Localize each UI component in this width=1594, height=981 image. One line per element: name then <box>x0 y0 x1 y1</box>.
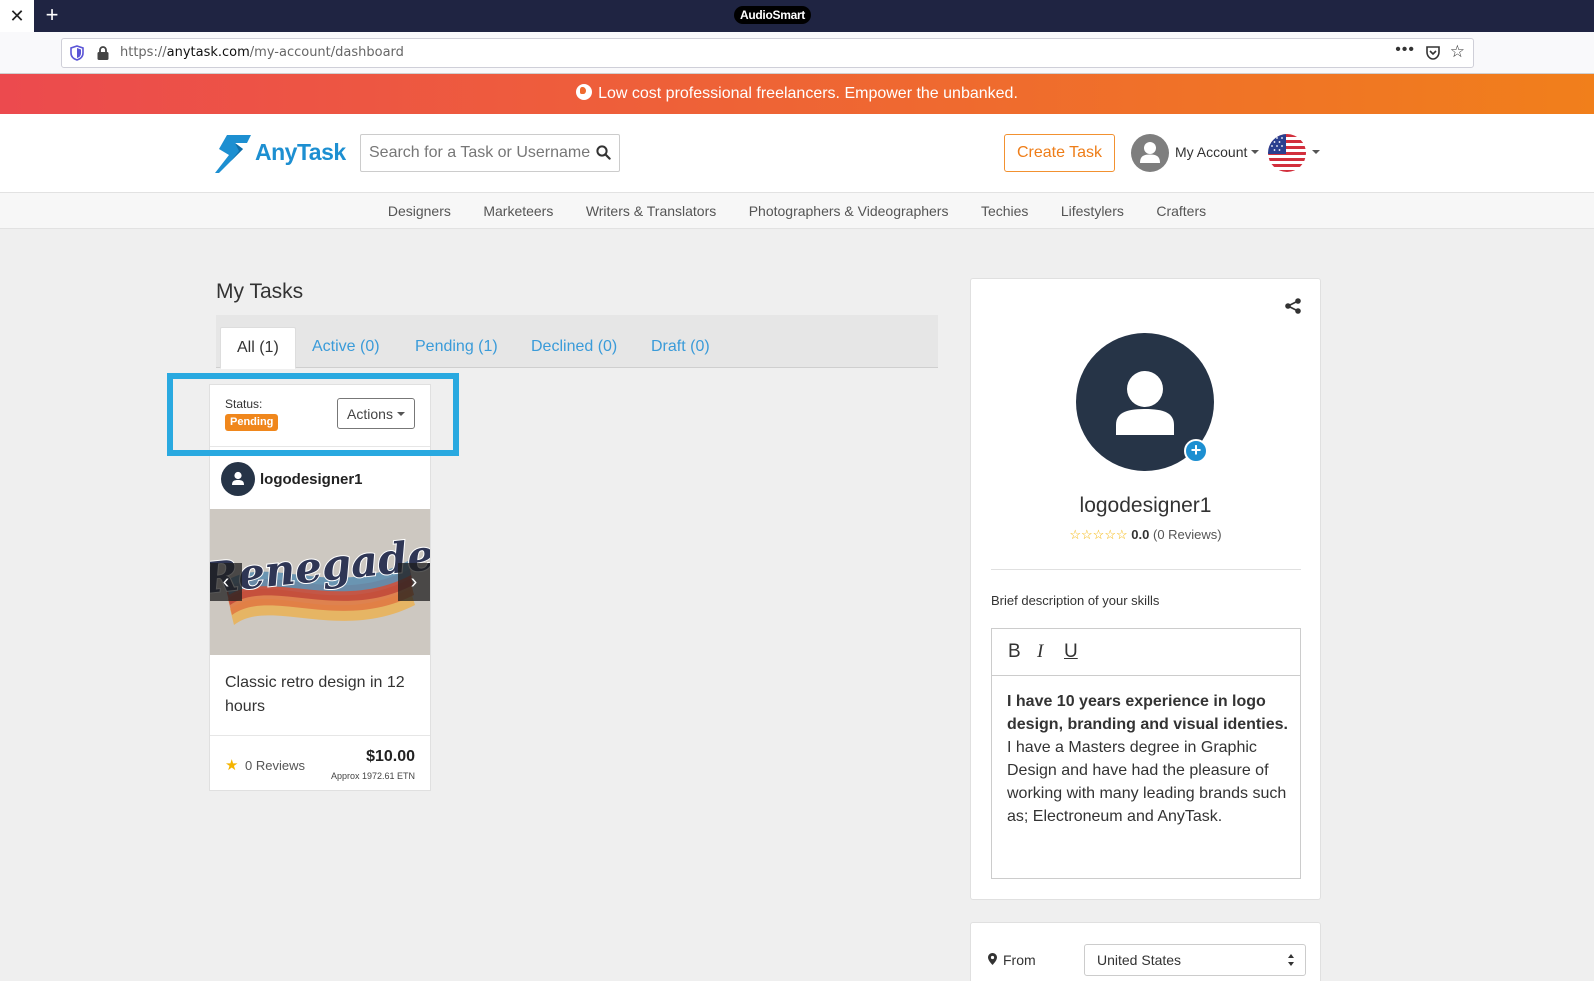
pocket-icon[interactable] <box>1425 45 1441 61</box>
create-task-button[interactable]: Create Task <box>1004 134 1115 172</box>
tab-pending[interactable]: Pending (1) <box>415 327 498 369</box>
skills-editor[interactable]: B I U I have 10 years experience in logo… <box>991 628 1301 879</box>
skills-label: Brief description of your skills <box>991 593 1160 608</box>
skills-description-text: I have a Masters degree in Graphic Desig… <box>1007 739 1287 825</box>
country-select[interactable]: United States <box>1084 944 1306 976</box>
category-crafters[interactable]: Crafters <box>1156 193 1206 229</box>
site-header: AnyTask Create Task My Account <box>0 114 1594 193</box>
profile-panel: + logodesigner1 ☆☆☆☆☆ 0.0 (0 Reviews) Br… <box>970 278 1321 900</box>
task-price-etn: Approx 1972.61 ETN <box>330 771 415 781</box>
profile-rating: ☆☆☆☆☆ 0.0 (0 Reviews) <box>971 527 1320 543</box>
lock-icon[interactable] <box>96 45 110 61</box>
category-designers[interactable]: Designers <box>388 193 451 229</box>
underline-button[interactable]: U <box>1064 641 1078 663</box>
tab-active[interactable]: Active (0) <box>312 327 380 369</box>
from-label: From <box>1003 952 1036 968</box>
rating-count: (0 Reviews) <box>1152 527 1222 542</box>
task-owner[interactable]: logodesigner1 <box>221 462 421 496</box>
rating-stars-icon: ☆☆☆☆☆ <box>1069 527 1128 542</box>
close-tab-icon[interactable]: ✕ <box>0 0 34 32</box>
us-flag-icon[interactable] <box>1268 134 1306 172</box>
category-marketeers[interactable]: Marketeers <box>483 193 553 229</box>
map-pin-icon <box>988 953 997 965</box>
category-writers-translators[interactable]: Writers & Translators <box>586 193 716 229</box>
shield-icon[interactable] <box>70 45 84 61</box>
category-photographers-videographers[interactable]: Photographers & Videographers <box>749 193 949 229</box>
task-price: $10.00 <box>366 748 415 765</box>
my-account-menu[interactable]: My Account <box>1175 144 1260 160</box>
logo-bolt-icon <box>215 135 251 173</box>
divider <box>991 569 1301 570</box>
renegade-artwork: Renegade <box>210 509 430 655</box>
category-nav: Designers Marketeers Writers & Translato… <box>0 193 1594 229</box>
slide-next-icon[interactable]: › <box>398 563 430 601</box>
owner-avatar[interactable] <box>221 462 255 496</box>
rating-value: 0.0 <box>1131 527 1150 542</box>
italic-button[interactable]: I <box>1037 641 1043 663</box>
audiosmart-badge: AudioSmart <box>734 6 812 24</box>
url-text[interactable]: https://anytask.com/my-account/dashboard <box>120 45 404 61</box>
search-input[interactable] <box>361 135 591 171</box>
profile-name: logodesigner1 <box>1079 494 1212 517</box>
promo-text: Low cost professional freelancers. Empow… <box>598 85 1018 102</box>
location-panel: From United States <box>970 922 1321 981</box>
add-photo-icon[interactable]: + <box>1184 439 1208 463</box>
address-bar[interactable]: https://anytask.com/my-account/dashboard… <box>61 38 1474 68</box>
user-icon <box>1140 142 1160 163</box>
task-image[interactable]: Renegade ‹ › <box>210 509 430 655</box>
review-count: 0 Reviews <box>245 758 305 773</box>
account-avatar[interactable] <box>1131 134 1169 172</box>
bookmark-star-icon[interactable]: ☆ <box>1450 43 1465 61</box>
skills-description[interactable]: I have 10 years experience in logo desig… <box>1007 690 1292 828</box>
tab-draft[interactable]: Draft (0) <box>651 327 710 369</box>
search-icon[interactable] <box>596 145 611 160</box>
task-title[interactable]: Classic retro design in 12 hours <box>225 671 420 719</box>
task-tabs: All (1) Active (0) Pending (1) Declined … <box>216 315 938 369</box>
highlight-box <box>167 373 459 456</box>
user-icon <box>232 471 244 485</box>
search-box[interactable] <box>360 134 620 172</box>
chevron-down-icon <box>1251 150 1260 154</box>
globe-icon <box>576 84 593 100</box>
new-tab-icon[interactable]: + <box>40 0 64 32</box>
editor-toolbar: B I U <box>992 629 1300 676</box>
slide-prev-icon[interactable]: ‹ <box>210 563 242 601</box>
promo-banner: Low cost professional freelancers. Empow… <box>0 74 1594 114</box>
language-chevron-down-icon[interactable] <box>1312 150 1320 154</box>
browser-tab-bar: ✕ + AudioSmart <box>0 0 1594 32</box>
anytask-logo[interactable]: AnyTask <box>213 133 346 175</box>
star-icon: ★ <box>225 757 239 774</box>
logo-text: AnyTask <box>255 139 346 165</box>
tab-declined[interactable]: Declined (0) <box>531 327 617 369</box>
share-icon[interactable] <box>1284 297 1302 315</box>
page-title: My Tasks <box>216 280 304 303</box>
owner-name[interactable]: logodesigner1 <box>260 471 363 488</box>
browser-toolbar: https://anytask.com/my-account/dashboard… <box>0 32 1594 74</box>
tab-all[interactable]: All (1) <box>220 327 296 369</box>
category-lifestylers[interactable]: Lifestylers <box>1061 193 1124 229</box>
select-arrows-icon <box>1288 954 1294 966</box>
category-techies[interactable]: Techies <box>981 193 1028 229</box>
bold-button[interactable]: B <box>1008 641 1021 663</box>
skills-description-bold: I have 10 years experience in logo desig… <box>1007 693 1288 733</box>
more-icon[interactable]: ••• <box>1395 41 1415 59</box>
task-card-footer: ★ 0 Reviews $10.00 Approx 1972.61 ETN <box>210 735 430 791</box>
